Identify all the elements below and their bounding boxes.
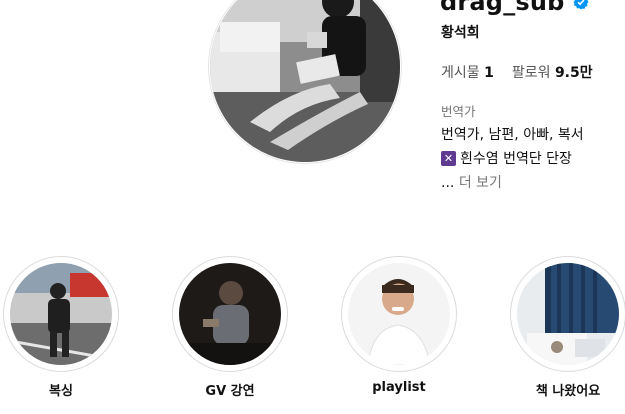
bio-line-2: ✕ 흰수염 번역단 단장 (441, 148, 572, 168)
highlight-gv-lecture[interactable]: GV 강연 (172, 256, 292, 406)
posts-label: 게시물 (441, 65, 480, 81)
followers-count: 9.5만 (554, 65, 593, 81)
bio-more-link[interactable]: ... 더 보기 (441, 172, 502, 192)
username: drag_sub (440, 0, 565, 16)
followers-label: 팔로워 (511, 65, 551, 81)
highlight-cover (348, 263, 450, 365)
highlight-book-out[interactable]: 책 나왔어요 (510, 256, 625, 406)
highlight-label: GV 강연 (205, 384, 255, 399)
profile-stats: 게시물 1 팔로워 9.5만 (441, 62, 593, 82)
highlight-cover (10, 263, 112, 365)
highlight-playlist[interactable]: playlist (341, 256, 461, 406)
posts-count: 1 (484, 65, 494, 81)
posts-stat[interactable]: 게시물 1 (441, 62, 494, 82)
highlight-label: 책 나왔어요 (535, 384, 601, 399)
highlight-label: 복싱 (49, 384, 73, 399)
highlight-cover (179, 263, 281, 365)
bio-line-1: 번역가, 남편, 아빠, 복서 (441, 127, 584, 143)
x-square-icon: ✕ (441, 150, 456, 166)
followers-stat[interactable]: 팔로워 9.5만 (512, 62, 593, 82)
profile-category: 번역가 (441, 104, 476, 119)
verified-badge-icon (573, 0, 589, 10)
highlight-boxing[interactable]: 복싱 (3, 256, 123, 406)
full-name: 황석희 (441, 25, 480, 41)
more-dots: ... (441, 175, 455, 191)
bio-line-2-text: 흰수염 번역단 단장 (460, 151, 572, 167)
more-label: 더 보기 (458, 175, 502, 191)
highlight-label: playlist (372, 380, 426, 395)
highlight-cover (517, 263, 619, 365)
